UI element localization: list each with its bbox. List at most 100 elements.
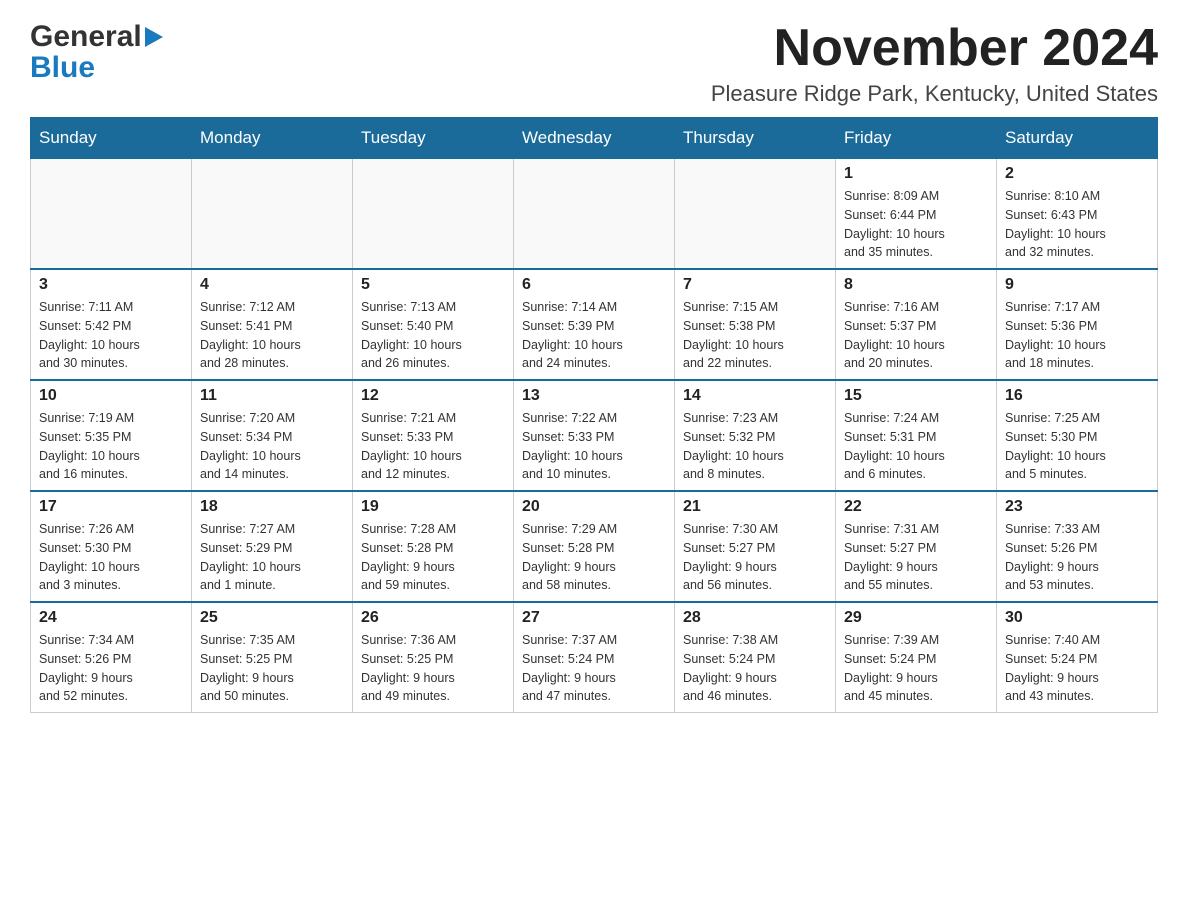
day-info: Sunrise: 7:20 AMSunset: 5:34 PMDaylight:… — [200, 409, 344, 484]
calendar-cell: 26 Sunrise: 7:36 AMSunset: 5:25 PMDayligh… — [353, 602, 514, 713]
calendar-cell: 11 Sunrise: 7:20 AMSunset: 5:34 PMDayligh… — [192, 380, 353, 491]
day-number: 30 — [1005, 609, 1149, 627]
day-info: Sunrise: 7:11 AMSunset: 5:42 PMDaylight:… — [39, 298, 183, 373]
calendar-cell: 1 Sunrise: 8:09 AMSunset: 6:44 PMDaylight… — [836, 159, 997, 270]
day-info: Sunrise: 7:34 AMSunset: 5:26 PMDaylight:… — [39, 631, 183, 706]
day-number: 24 — [39, 609, 183, 627]
calendar-cell: 22 Sunrise: 7:31 AMSunset: 5:27 PMDayligh… — [836, 491, 997, 602]
day-info: Sunrise: 7:38 AMSunset: 5:24 PMDaylight:… — [683, 631, 827, 706]
day-info: Sunrise: 7:29 AMSunset: 5:28 PMDaylight:… — [522, 520, 666, 595]
day-info: Sunrise: 8:10 AMSunset: 6:43 PMDaylight:… — [1005, 187, 1149, 262]
day-info: Sunrise: 8:09 AMSunset: 6:44 PMDaylight:… — [844, 187, 988, 262]
day-info: Sunrise: 7:23 AMSunset: 5:32 PMDaylight:… — [683, 409, 827, 484]
day-number: 11 — [200, 387, 344, 405]
calendar-cell: 20 Sunrise: 7:29 AMSunset: 5:28 PMDayligh… — [514, 491, 675, 602]
calendar-cell: 10 Sunrise: 7:19 AMSunset: 5:35 PMDayligh… — [31, 380, 192, 491]
calendar-cell: 4Sunrise: 7:12 AMSunset: 5:41 PMDaylight… — [192, 269, 353, 380]
day-info: Sunrise: 7:17 AMSunset: 5:36 PMDaylight:… — [1005, 298, 1149, 373]
calendar-cell: 8Sunrise: 7:16 AMSunset: 5:37 PMDaylight… — [836, 269, 997, 380]
day-info: Sunrise: 7:30 AMSunset: 5:27 PMDaylight:… — [683, 520, 827, 595]
day-number: 23 — [1005, 498, 1149, 516]
day-number: 6 — [522, 276, 666, 294]
calendar-cell: 18 Sunrise: 7:27 AMSunset: 5:29 PMDayligh… — [192, 491, 353, 602]
day-number: 18 — [200, 498, 344, 516]
calendar-cell — [31, 159, 192, 270]
day-number: 13 — [522, 387, 666, 405]
day-info: Sunrise: 7:33 AMSunset: 5:26 PMDaylight:… — [1005, 520, 1149, 595]
calendar-cell: 3 Sunrise: 7:11 AMSunset: 5:42 PMDaylight… — [31, 269, 192, 380]
weekday-saturday: Saturday — [997, 118, 1158, 159]
logo-general: General — [30, 20, 142, 54]
calendar-week-row: 17 Sunrise: 7:26 AMSunset: 5:30 PMDayligh… — [31, 491, 1158, 602]
day-info: Sunrise: 7:28 AMSunset: 5:28 PMDaylight:… — [361, 520, 505, 595]
day-number: 29 — [844, 609, 988, 627]
logo-arrow-icon — [145, 27, 163, 52]
day-info: Sunrise: 7:27 AMSunset: 5:29 PMDaylight:… — [200, 520, 344, 595]
title-section: November 2024 Pleasure Ridge Park, Kentu… — [711, 20, 1158, 107]
calendar-cell — [192, 159, 353, 270]
weekday-thursday: Thursday — [675, 118, 836, 159]
day-info: Sunrise: 7:24 AMSunset: 5:31 PMDaylight:… — [844, 409, 988, 484]
calendar-cell: 17 Sunrise: 7:26 AMSunset: 5:30 PMDayligh… — [31, 491, 192, 602]
logo-blue: Blue — [30, 54, 95, 81]
calendar-cell: 16Sunrise: 7:25 AMSunset: 5:30 PMDayligh… — [997, 380, 1158, 491]
calendar-cell: 29Sunrise: 7:39 AMSunset: 5:24 PMDayligh… — [836, 602, 997, 713]
page-subtitle: Pleasure Ridge Park, Kentucky, United St… — [711, 81, 1158, 107]
day-info: Sunrise: 7:36 AMSunset: 5:25 PMDaylight:… — [361, 631, 505, 706]
day-number: 26 — [361, 609, 505, 627]
day-info: Sunrise: 7:22 AMSunset: 5:33 PMDaylight:… — [522, 409, 666, 484]
day-info: Sunrise: 7:35 AMSunset: 5:25 PMDaylight:… — [200, 631, 344, 706]
page-title: November 2024 — [711, 20, 1158, 77]
weekday-tuesday: Tuesday — [353, 118, 514, 159]
day-number: 1 — [844, 165, 988, 183]
weekday-monday: Monday — [192, 118, 353, 159]
calendar-cell: 27 Sunrise: 7:37 AMSunset: 5:24 PMDayligh… — [514, 602, 675, 713]
day-number: 14 — [683, 387, 827, 405]
day-info: Sunrise: 7:14 AMSunset: 5:39 PMDaylight:… — [522, 298, 666, 373]
day-info: Sunrise: 7:37 AMSunset: 5:24 PMDaylight:… — [522, 631, 666, 706]
calendar-cell — [353, 159, 514, 270]
calendar-week-row: 10 Sunrise: 7:19 AMSunset: 5:35 PMDayligh… — [31, 380, 1158, 491]
calendar-week-row: 3 Sunrise: 7:11 AMSunset: 5:42 PMDaylight… — [31, 269, 1158, 380]
calendar-cell: 5 Sunrise: 7:13 AMSunset: 5:40 PMDaylight… — [353, 269, 514, 380]
calendar-cell — [514, 159, 675, 270]
day-number: 28 — [683, 609, 827, 627]
day-info: Sunrise: 7:16 AMSunset: 5:37 PMDaylight:… — [844, 298, 988, 373]
weekday-wednesday: Wednesday — [514, 118, 675, 159]
day-number: 12 — [361, 387, 505, 405]
day-number: 22 — [844, 498, 988, 516]
day-number: 10 — [39, 387, 183, 405]
day-info: Sunrise: 7:13 AMSunset: 5:40 PMDaylight:… — [361, 298, 505, 373]
day-number: 16 — [1005, 387, 1149, 405]
day-number: 19 — [361, 498, 505, 516]
day-number: 15 — [844, 387, 988, 405]
calendar-cell: 6 Sunrise: 7:14 AMSunset: 5:39 PMDaylight… — [514, 269, 675, 380]
calendar-cell: 9 Sunrise: 7:17 AMSunset: 5:36 PMDaylight… — [997, 269, 1158, 380]
calendar-week-row: 24 Sunrise: 7:34 AMSunset: 5:26 PMDayligh… — [31, 602, 1158, 713]
day-number: 17 — [39, 498, 183, 516]
day-number: 5 — [361, 276, 505, 294]
day-number: 21 — [683, 498, 827, 516]
day-number: 25 — [200, 609, 344, 627]
day-info: Sunrise: 7:26 AMSunset: 5:30 PMDaylight:… — [39, 520, 183, 595]
calendar-cell: 13 Sunrise: 7:22 AMSunset: 5:33 PMDayligh… — [514, 380, 675, 491]
day-number: 9 — [1005, 276, 1149, 294]
day-info: Sunrise: 7:19 AMSunset: 5:35 PMDaylight:… — [39, 409, 183, 484]
calendar-cell — [675, 159, 836, 270]
weekday-friday: Friday — [836, 118, 997, 159]
calendar-table: Sunday Monday Tuesday Wednesday Thursday… — [30, 117, 1158, 713]
calendar-cell: 14 Sunrise: 7:23 AMSunset: 5:32 PMDayligh… — [675, 380, 836, 491]
day-info: Sunrise: 7:21 AMSunset: 5:33 PMDaylight:… — [361, 409, 505, 484]
day-number: 20 — [522, 498, 666, 516]
day-number: 3 — [39, 276, 183, 294]
calendar-cell: 28 Sunrise: 7:38 AMSunset: 5:24 PMDayligh… — [675, 602, 836, 713]
calendar-cell: 7Sunrise: 7:15 AMSunset: 5:38 PMDaylight… — [675, 269, 836, 380]
day-number: 27 — [522, 609, 666, 627]
calendar-cell: 30Sunrise: 7:40 AMSunset: 5:24 PMDayligh… — [997, 602, 1158, 713]
day-info: Sunrise: 7:31 AMSunset: 5:27 PMDaylight:… — [844, 520, 988, 595]
day-number: 2 — [1005, 165, 1149, 183]
logo: General Blue — [30, 20, 163, 81]
weekday-sunday: Sunday — [31, 118, 192, 159]
day-number: 4 — [200, 276, 344, 294]
calendar-cell: 19 Sunrise: 7:28 AMSunset: 5:28 PMDayligh… — [353, 491, 514, 602]
